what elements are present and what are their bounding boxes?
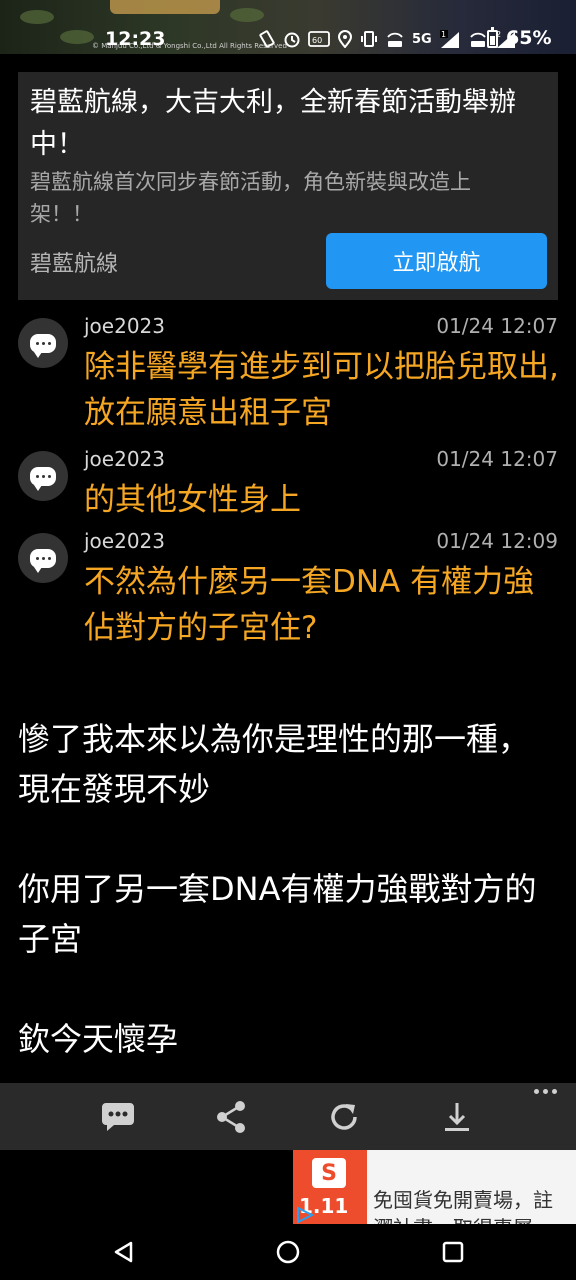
comment-icon	[30, 548, 56, 573]
recents-button[interactable]	[418, 1224, 488, 1280]
comment-text: 不然為什麼另一套DNA 有權力強佔對方的子宮住?	[84, 564, 535, 646]
comment-user[interactable]: joe2023	[84, 447, 165, 471]
volte-icon	[470, 32, 486, 47]
comment-icon	[102, 1102, 134, 1131]
download-icon	[445, 1102, 469, 1131]
volte-icon	[387, 32, 403, 47]
battery-fill	[490, 36, 495, 45]
comment-text: 的其他女性身上	[84, 482, 301, 518]
comment-button[interactable]	[78, 1083, 158, 1150]
signal-icon: 1	[439, 30, 459, 48]
battery-icon	[487, 27, 498, 48]
bottom-toolbar	[0, 1083, 576, 1150]
back-icon	[114, 1241, 133, 1263]
alarm-icon	[284, 32, 300, 48]
hd-icon: 60	[308, 31, 330, 47]
post-line: 你用了另一套DNA有權力強戰對方的子宮	[18, 870, 537, 958]
sponsored-ad-card[interactable]: 碧藍航線，大吉大利，全新春節活動舉辦中！ 碧藍航線首次同步春節活動，角色新裝與改…	[18, 72, 558, 300]
comment-time: 01/24 12:07	[436, 447, 558, 471]
shopee-bag-icon: S	[312, 1158, 346, 1188]
comment-avatar[interactable]	[18, 318, 68, 368]
status-time: 12:23	[105, 28, 166, 50]
comment-time: 01/24 12:09	[436, 529, 558, 553]
network-type: 5G	[412, 31, 432, 47]
wallpaper-leaf	[20, 10, 54, 24]
more-icon[interactable]	[520, 1089, 570, 1109]
post-line: 慘了我本來以為你是理性的那一種，	[18, 720, 531, 758]
svg-text:1: 1	[441, 30, 446, 39]
ad-description: 碧藍航線首次同步春節活動，角色新裝與改造上架！！	[30, 170, 471, 226]
post-line: 欽今天懷孕	[18, 1020, 179, 1058]
comment-icon	[30, 466, 56, 491]
home-button[interactable]	[253, 1224, 323, 1280]
wallpaper-leaf	[230, 8, 264, 22]
refresh-icon	[331, 1103, 357, 1130]
post-line: 現在發現不妙	[18, 770, 211, 808]
comment-time: 01/24 12:07	[436, 314, 558, 338]
banner-ad-line: 澀社書，取得專屬	[373, 1212, 533, 1224]
ad-cta-button[interactable]: 立即啟航	[326, 233, 547, 289]
screen-rotate-icon	[259, 30, 275, 48]
share-icon	[217, 1100, 245, 1133]
svg-text:60: 60	[312, 36, 322, 45]
banner-ad-line: 免囤貨免開賣場，註	[373, 1188, 553, 1212]
comment-avatar[interactable]	[18, 533, 68, 583]
home-icon	[276, 1240, 300, 1264]
refresh-button[interactable]	[304, 1083, 384, 1150]
wallpaper-leaf	[60, 30, 94, 44]
comment-avatar[interactable]	[18, 451, 68, 501]
ad-title[interactable]: 碧藍航線，大吉大利，全新春節活動舉辦中！	[30, 82, 550, 166]
banner-ad-text[interactable]: 免囤貨免開賣場，註 澀社書，取得專屬	[367, 1150, 576, 1224]
bottom-banner-ad[interactable]: S 1.11 免囤貨免開賣場，註 澀社書，取得專屬	[0, 1150, 576, 1224]
battery-percent: 65%	[506, 27, 552, 49]
download-button[interactable]	[417, 1083, 497, 1150]
wallpaper-banner	[110, 0, 220, 14]
post-body: 慘了我本來以為你是理性的那一種， 現在發現不妙 你用了另一套DNA有權力強戰對方…	[18, 714, 558, 1064]
vibrate-icon	[361, 31, 377, 47]
ad-brand: 碧藍航線	[30, 252, 119, 277]
recents-icon	[442, 1241, 464, 1263]
comment-user[interactable]: joe2023	[84, 529, 165, 553]
adchoices-icon[interactable]	[295, 1206, 315, 1224]
navigation-bar	[0, 1224, 576, 1280]
status-bar: © Manjuu Co.,Ltd & Yongshi Co.,Ltd All R…	[0, 0, 576, 54]
comment-user[interactable]: joe2023	[84, 314, 165, 338]
location-icon	[337, 30, 353, 48]
back-button[interactable]	[88, 1224, 158, 1280]
comment-icon	[30, 333, 56, 358]
comment-text: 除非醫學有進步到可以把胎兒取出,放在願意出租子宮	[84, 349, 559, 431]
status-icons: 60 5G 1 2	[258, 27, 517, 51]
share-button[interactable]	[191, 1083, 271, 1150]
